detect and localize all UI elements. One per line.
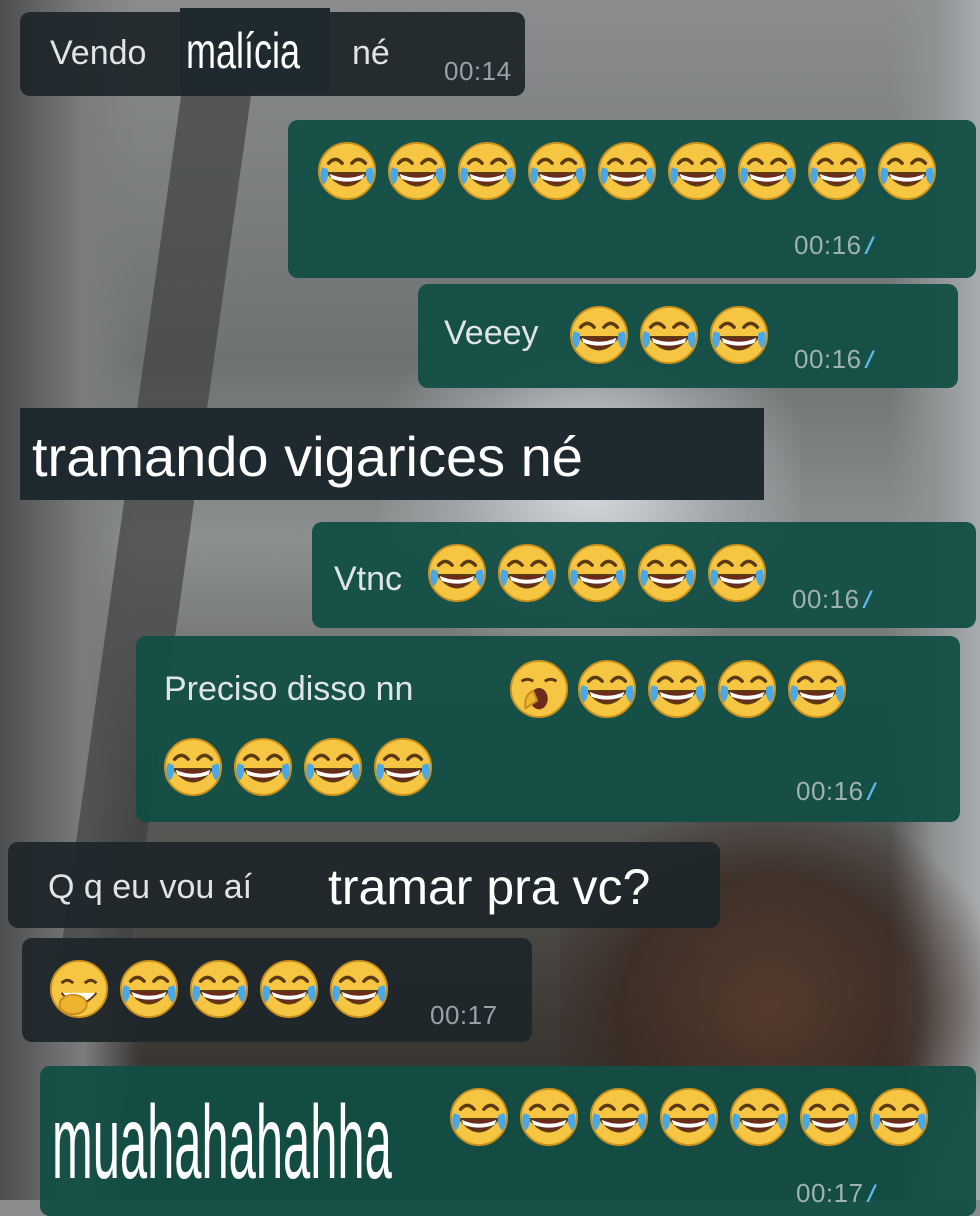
face-with-tears-of-joy-icon (448, 1086, 510, 1148)
read-ticks-icon: // (865, 347, 875, 374)
face-with-tears-of-joy-icon (496, 542, 558, 604)
emoji-row (426, 542, 768, 604)
message-time: 00:14 (444, 56, 512, 86)
face-with-tears-of-joy-icon (456, 140, 518, 202)
face-with-tears-of-joy-icon (646, 658, 708, 720)
message-time: 00:16// (794, 230, 875, 260)
emoji-row (316, 140, 938, 202)
message-outgoing-3[interactable]: Veeey 00:16// (418, 284, 958, 388)
message-text-end: né (352, 34, 390, 72)
face-with-tears-of-joy-icon (786, 658, 848, 720)
message-text: Veeey (444, 314, 539, 352)
face-with-tears-of-joy-icon (118, 958, 180, 1020)
message-time: 00:16// (794, 344, 875, 374)
face-with-tears-of-joy-icon (576, 658, 638, 720)
face-with-tears-of-joy-icon (316, 140, 378, 202)
face-with-tears-of-joy-icon (328, 958, 390, 1020)
face-with-tears-of-joy-icon (232, 736, 294, 798)
face-with-hand-over-mouth-icon (48, 958, 110, 1020)
message-text: Preciso disso nn (164, 670, 414, 708)
face-with-tears-of-joy-icon (736, 140, 798, 202)
face-with-tears-of-joy-icon (258, 958, 320, 1020)
caption-tramando: tramando vigarices né (32, 425, 583, 488)
caption-malicia: malícia (180, 8, 330, 92)
face-with-tears-of-joy-icon (302, 736, 364, 798)
read-ticks-icon: // (867, 779, 877, 806)
message-time: 00:16// (796, 776, 877, 806)
message-incoming-7[interactable]: 00:17 (22, 938, 532, 1042)
message-text: Q q eu vou aí (48, 868, 253, 906)
read-ticks-icon: // (863, 587, 873, 614)
read-ticks-icon: // (867, 1181, 877, 1208)
emoji-row (576, 658, 848, 720)
yawning-face-icon (508, 658, 570, 720)
emoji-row (448, 1086, 930, 1148)
caption-muahaha: muahahahahha (52, 1085, 392, 1200)
face-with-tears-of-joy-icon (636, 542, 698, 604)
message-text: Vendo (50, 34, 147, 72)
face-with-tears-of-joy-icon (566, 542, 628, 604)
message-time: 00:16// (792, 584, 873, 614)
face-with-tears-of-joy-icon (426, 542, 488, 604)
face-with-tears-of-joy-icon (162, 736, 224, 798)
face-with-tears-of-joy-icon (188, 958, 250, 1020)
face-with-tears-of-joy-icon (658, 1086, 720, 1148)
caption-tramar: tramar pra vc? (328, 859, 651, 915)
face-with-tears-of-joy-icon (568, 304, 630, 366)
face-with-tears-of-joy-icon (526, 140, 588, 202)
face-with-tears-of-joy-icon (596, 140, 658, 202)
message-outgoing-4[interactable]: Vtnc 00:16// (312, 522, 976, 628)
message-time: 00:17// (796, 1178, 877, 1208)
message-time: 00:17 (430, 1000, 498, 1030)
read-ticks-icon: // (865, 233, 875, 260)
emoji-row (118, 958, 390, 1020)
face-with-tears-of-joy-icon (868, 1086, 930, 1148)
face-with-tears-of-joy-icon (716, 658, 778, 720)
face-with-tears-of-joy-icon (588, 1086, 650, 1148)
caption-tramando-box: tramando vigarices né (20, 408, 764, 500)
face-with-tears-of-joy-icon (876, 140, 938, 202)
face-with-tears-of-joy-icon (386, 140, 448, 202)
message-text: Vtnc (334, 560, 403, 598)
emoji-row (568, 304, 770, 366)
message-outgoing-2[interactable]: 00:16// (288, 120, 976, 278)
face-with-tears-of-joy-icon (706, 542, 768, 604)
face-with-tears-of-joy-icon (798, 1086, 860, 1148)
emoji-row (162, 736, 434, 798)
face-with-tears-of-joy-icon (728, 1086, 790, 1148)
face-with-tears-of-joy-icon (708, 304, 770, 366)
message-outgoing-5[interactable]: Preciso disso nn 00:16// (136, 636, 960, 822)
face-with-tears-of-joy-icon (666, 140, 728, 202)
face-with-tears-of-joy-icon (638, 304, 700, 366)
face-with-tears-of-joy-icon (806, 140, 868, 202)
face-with-tears-of-joy-icon (518, 1086, 580, 1148)
face-with-tears-of-joy-icon (372, 736, 434, 798)
